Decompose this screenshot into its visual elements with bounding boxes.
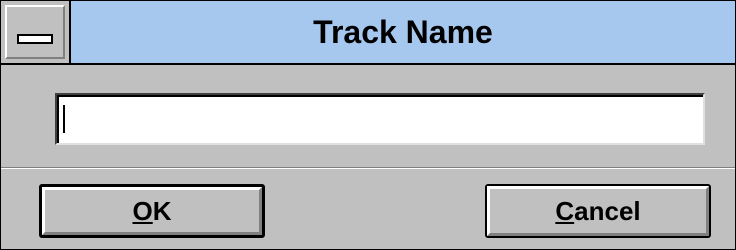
cancel-button-label: Cancel bbox=[555, 196, 640, 227]
cancel-mnemonic: C bbox=[555, 195, 575, 226]
ok-button[interactable]: OK bbox=[39, 184, 265, 238]
ok-label-rest: K bbox=[152, 195, 172, 226]
system-menu-bevel bbox=[5, 5, 65, 59]
dialog-title: Track Name bbox=[71, 1, 735, 63]
ok-button-label: OK bbox=[132, 196, 171, 227]
title-bar: Track Name bbox=[1, 1, 735, 65]
track-name-field[interactable] bbox=[67, 101, 687, 137]
text-caret bbox=[63, 105, 65, 133]
system-menu-button[interactable] bbox=[1, 1, 71, 63]
separator bbox=[1, 167, 735, 169]
track-name-input[interactable] bbox=[55, 93, 705, 145]
cancel-button[interactable]: Cancel bbox=[485, 184, 711, 238]
cancel-label-rest: ancel bbox=[574, 195, 641, 226]
track-name-dialog: Track Name OK Cancel bbox=[0, 0, 736, 250]
minus-icon bbox=[17, 34, 53, 44]
ok-mnemonic: O bbox=[132, 195, 153, 226]
